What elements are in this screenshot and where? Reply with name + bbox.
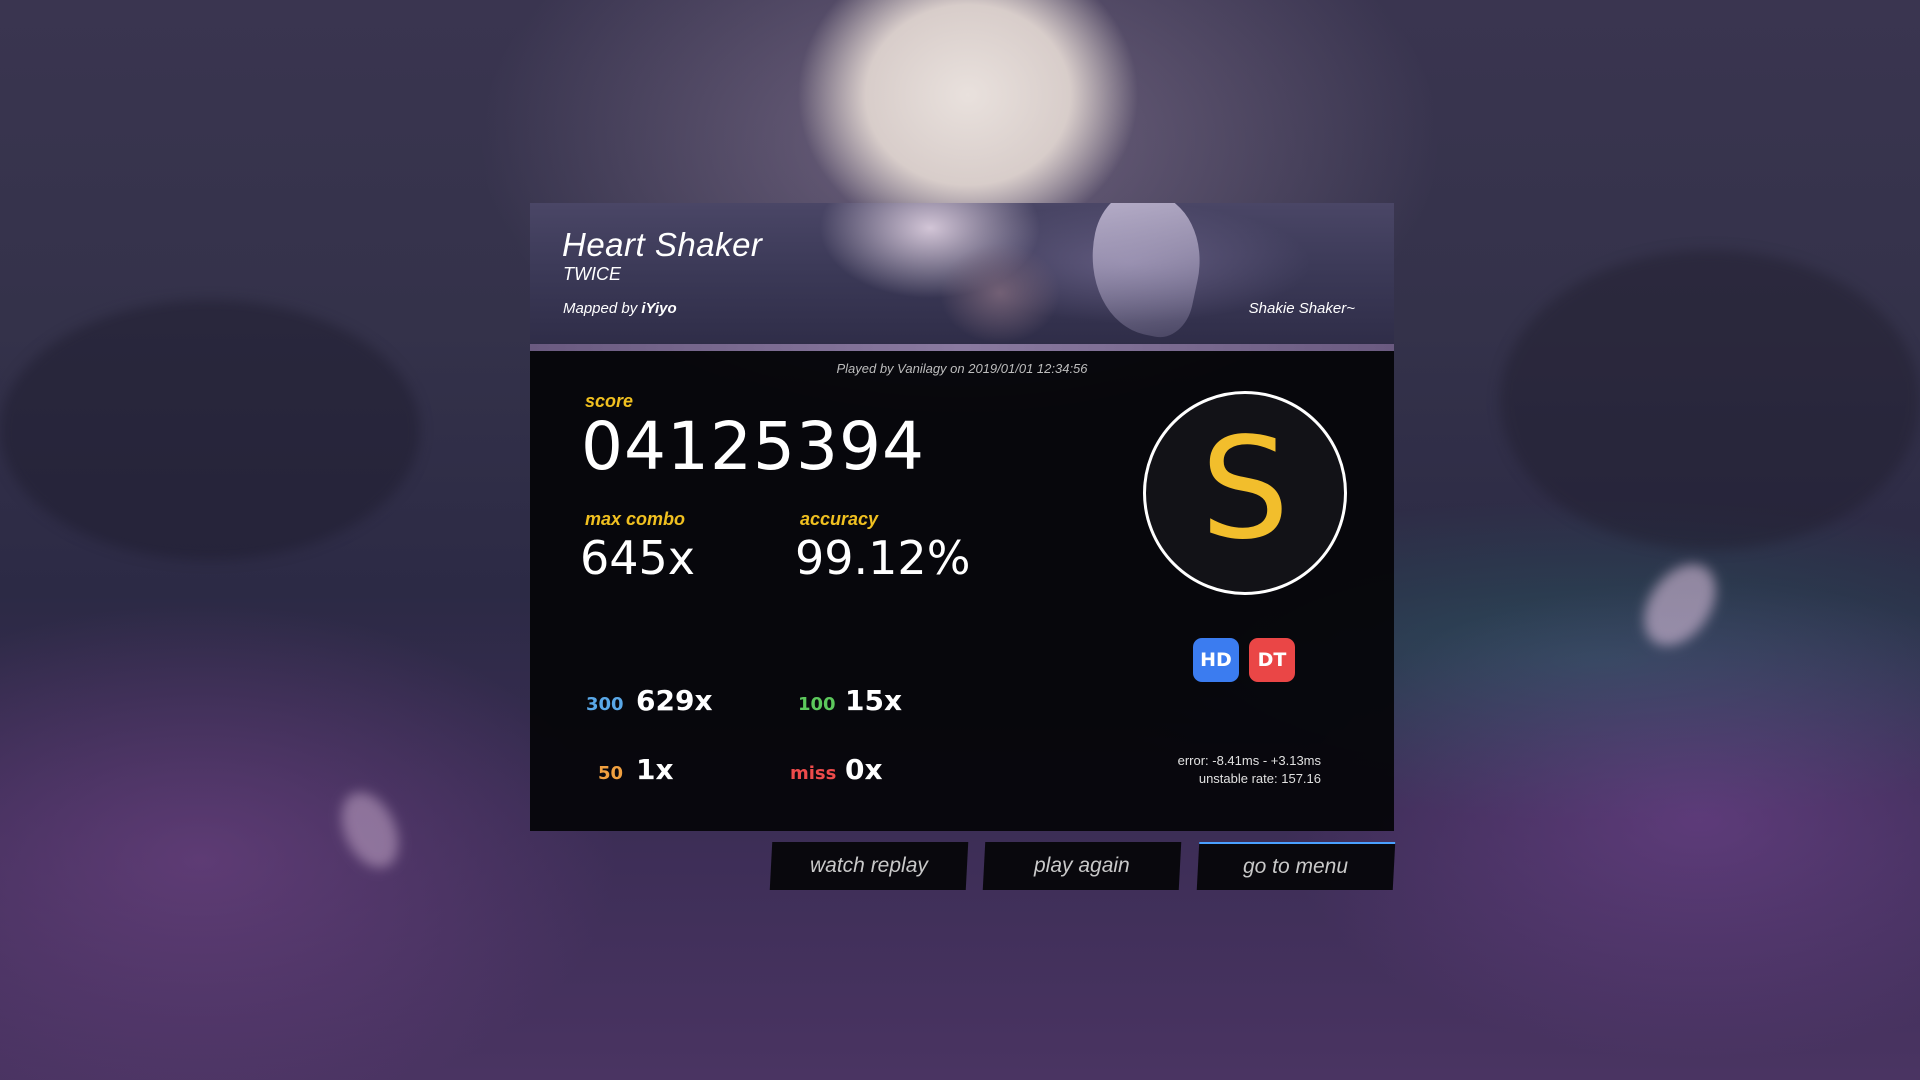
background-petal xyxy=(1629,550,1731,660)
background-cloud xyxy=(1500,250,1920,550)
hit-error-range: error: -8.41ms - +3.13ms xyxy=(1177,753,1321,768)
banner-divider xyxy=(530,344,1394,351)
song-artist: TWICE xyxy=(563,264,621,284)
played-by-info: Played by Vanilagy on 2019/01/01 12:34:5… xyxy=(836,361,1088,376)
play-again-button[interactable]: play again xyxy=(982,842,1182,890)
score-value: 04125394 xyxy=(581,408,925,485)
watch-replay-label: watch replay xyxy=(810,854,928,877)
banner-artwork-sash xyxy=(1076,203,1214,343)
banner-artwork xyxy=(910,233,1090,345)
mapper-prefix: Mapped by xyxy=(563,300,638,317)
max-combo-label: max combo xyxy=(585,509,686,529)
watch-replay-button[interactable]: watch replay xyxy=(769,842,969,890)
hit-100-label: 100 xyxy=(798,694,836,715)
max-combo-value: 645x xyxy=(580,531,696,585)
go-to-menu-button[interactable]: go to menu xyxy=(1196,842,1396,890)
mod-hidden-badge: HD xyxy=(1193,638,1239,682)
rank-badge: S xyxy=(1143,391,1347,595)
difficulty-name: Shakie Shaker~ xyxy=(1248,300,1355,317)
unstable-rate: unstable rate: 157.16 xyxy=(1198,771,1321,786)
accuracy-label: accuracy xyxy=(800,509,879,529)
hit-300-count: 629x xyxy=(636,684,713,717)
miss-count: 0x xyxy=(845,753,883,786)
miss-label: miss xyxy=(790,763,837,784)
background-petal xyxy=(330,783,410,877)
hit-50-label: 50 xyxy=(598,763,624,784)
mapper-name: iYiyo xyxy=(641,300,677,317)
mapper-credit: Mapped by iYiyo xyxy=(563,300,677,317)
mod-doubletime-badge: DT xyxy=(1249,638,1295,682)
rank-letter: S xyxy=(1200,408,1290,571)
accuracy-value: 99.12% xyxy=(795,531,971,585)
go-to-menu-label: go to menu xyxy=(1243,855,1349,878)
hit-50-count: 1x xyxy=(636,753,674,786)
hit-300-label: 300 xyxy=(586,694,624,715)
hit-100-count: 15x xyxy=(845,684,903,717)
play-again-label: play again xyxy=(1034,854,1130,877)
song-title: Heart Shaker xyxy=(562,226,763,263)
beatmap-banner xyxy=(530,203,1394,345)
background-cloud xyxy=(0,300,420,560)
